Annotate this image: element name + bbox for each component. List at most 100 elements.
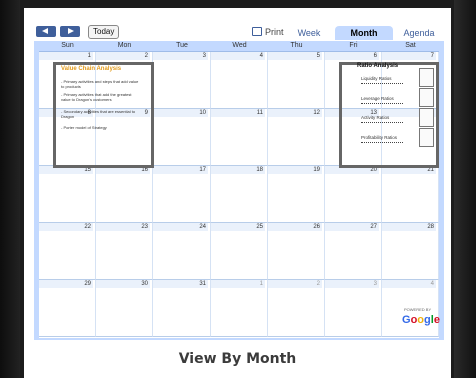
day-cell[interactable]: 12: [268, 109, 325, 166]
printer-icon: [252, 27, 262, 36]
day-number: 29: [39, 280, 93, 288]
screenshot-card: Today Print Week Month Agenda Sun Mon Tue W…: [24, 8, 451, 378]
day-cell[interactable]: 16: [96, 166, 153, 223]
formula-line: [361, 142, 403, 143]
day-cell[interactable]: 18: [211, 166, 268, 223]
day-number: 10: [153, 109, 208, 117]
day-number: 6: [325, 52, 379, 60]
day-cell[interactable]: 3: [325, 280, 382, 337]
right-arrow-icon: [68, 28, 74, 34]
event-title[interactable]: Value Chain Analysis: [61, 66, 121, 72]
day-cell[interactable]: 30: [96, 280, 153, 337]
calendar-widget: Today Print Week Month Agenda Sun Mon Tue W…: [34, 22, 444, 340]
tab-week[interactable]: Week: [286, 26, 332, 40]
day-cell[interactable]: 26: [268, 223, 325, 280]
day-cell[interactable]: 10: [153, 109, 211, 166]
formula-line: [361, 122, 403, 123]
day-cell[interactable]: 23: [96, 223, 153, 280]
day-number: 22: [39, 223, 93, 231]
day-cell[interactable]: 22: [39, 223, 96, 280]
thumbnail-image: [419, 88, 434, 107]
google-logo: Google: [402, 314, 440, 326]
day-number: 11: [211, 109, 265, 117]
day-number: 23: [96, 223, 150, 231]
day-cell[interactable]: 3: [153, 52, 211, 109]
day-number: 26: [268, 223, 322, 231]
day-number: 3: [325, 280, 379, 288]
day-number: 2: [96, 52, 150, 60]
day-number: 30: [96, 280, 150, 288]
background-right-edge: [454, 0, 476, 378]
thumbnail-image: [419, 128, 434, 147]
day-number: 28: [382, 223, 436, 231]
google-logo-letter: e: [433, 314, 440, 326]
day-number: 1: [39, 52, 93, 60]
day-number: 7: [382, 52, 436, 60]
event-bullet: - Porter model of Strategy: [61, 125, 107, 130]
today-button[interactable]: Today: [88, 25, 120, 39]
google-logo-letter: g: [424, 314, 431, 326]
left-arrow-icon: [42, 28, 48, 34]
day-number: 2: [268, 280, 322, 288]
thumbnail-image: [419, 108, 434, 127]
day-cell[interactable]: 24: [153, 223, 211, 280]
day-number: 19: [268, 166, 322, 174]
event-bullet: - Secondary activities that are essentia…: [61, 109, 136, 119]
day-number: 4: [382, 280, 436, 288]
day-cell[interactable]: 21: [382, 166, 439, 223]
month-grid: 1234567891011121314151617181920212223242…: [39, 51, 440, 338]
weekday-label: Tue: [176, 42, 188, 49]
event-bullet: - Primary activities that add the greate…: [61, 92, 132, 102]
day-cell[interactable]: 28: [382, 223, 439, 280]
weekday-label: Thu: [290, 42, 303, 49]
day-cell[interactable]: 4: [211, 52, 268, 109]
day-cell[interactable]: 17: [153, 166, 211, 223]
day-cell[interactable]: 31: [153, 280, 211, 337]
print-label: Print: [265, 27, 284, 37]
day-cell[interactable]: 20: [325, 166, 382, 223]
background-left-edge: [0, 0, 20, 378]
day-number: 4: [211, 52, 265, 60]
day-cell[interactable]: 27: [325, 223, 382, 280]
day-number: 1: [211, 280, 265, 288]
day-cell[interactable]: 29: [39, 280, 96, 337]
day-cell[interactable]: 15: [39, 166, 96, 223]
thumbnail-image: [419, 68, 434, 87]
prev-button[interactable]: [36, 26, 56, 37]
next-button[interactable]: [60, 26, 80, 37]
weekday-label: Sat: [405, 42, 416, 49]
day-number: 27: [325, 223, 379, 231]
ratio-label: Leverage Ratios: [361, 96, 394, 101]
day-number: 12: [268, 109, 322, 117]
weekday-label: Fri: [349, 42, 358, 49]
day-cell[interactable]: 5: [268, 52, 325, 109]
weekday-label: Sun: [61, 42, 74, 49]
day-number: 17: [153, 166, 208, 174]
event-bullet: - Primary activities and steps that add …: [61, 79, 139, 89]
day-number: 25: [211, 223, 265, 231]
day-number: 24: [153, 223, 208, 231]
ratio-label: Liquidity Ratios: [361, 76, 392, 81]
day-cell[interactable]: 19: [268, 166, 325, 223]
tab-month[interactable]: Month: [335, 26, 393, 40]
print-button[interactable]: Print: [252, 27, 284, 37]
ratio-label: Activity Ratios: [361, 115, 390, 120]
day-cell[interactable]: 1: [211, 280, 268, 337]
powered-by-label: POWERED BY: [404, 307, 432, 312]
month-view: Sun Mon Tue Wed Thu Fri Sat 1 2 3 4 5 6 7 8 9 10 11 12 13 1…: [34, 41, 444, 340]
weekday-label: Wed: [232, 42, 247, 49]
day-number: 5: [268, 52, 322, 60]
day-cell[interactable]: 2: [268, 280, 325, 337]
formula-line: [361, 103, 403, 104]
ratio-label: Profitability Ratios: [361, 135, 398, 140]
google-logo-letter: G: [402, 314, 411, 326]
day-cell[interactable]: 11: [211, 109, 268, 166]
day-number: 31: [153, 280, 208, 288]
caption: View By Month: [178, 351, 297, 367]
day-number: 3: [153, 52, 208, 60]
tab-agenda[interactable]: Agenda: [396, 26, 442, 40]
event-title[interactable]: Ratio Analysis: [357, 63, 398, 69]
weekday-label: Mon: [117, 42, 132, 49]
day-number: 18: [211, 166, 265, 174]
day-cell[interactable]: 25: [211, 223, 268, 280]
